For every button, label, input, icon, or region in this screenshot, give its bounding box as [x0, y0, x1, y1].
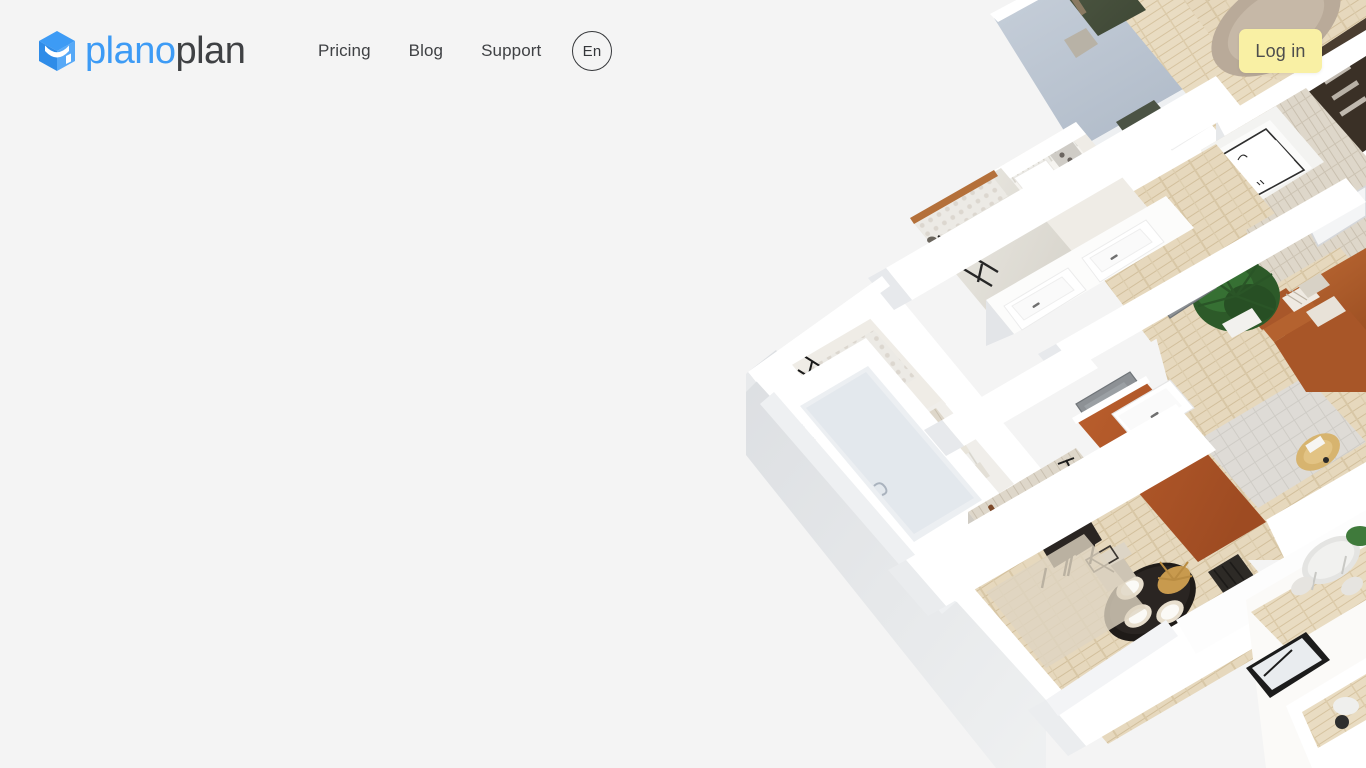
primary-nav: Pricing Blog Support — [318, 40, 541, 62]
login-button[interactable]: Log in — [1239, 29, 1322, 73]
floorplan-svg — [746, 0, 1366, 768]
nav-link-blog[interactable]: Blog — [409, 40, 443, 62]
site-header: planoplan Pricing Blog Support En Log in — [0, 0, 1366, 102]
brand-logo[interactable]: planoplan — [38, 30, 246, 72]
nav-link-pricing[interactable]: Pricing — [318, 40, 371, 62]
brand-wordmark: planoplan — [85, 30, 246, 72]
nav-link-support[interactable]: Support — [481, 40, 541, 62]
hero-floorplan-render — [746, 0, 1366, 768]
cube-logo-icon — [39, 31, 75, 71]
language-switcher-label: En — [582, 42, 602, 60]
brand-wordmark-blue: plano — [85, 30, 176, 72]
language-switcher-button[interactable]: En — [572, 31, 612, 71]
brand-wordmark-dark: plan — [175, 30, 246, 72]
